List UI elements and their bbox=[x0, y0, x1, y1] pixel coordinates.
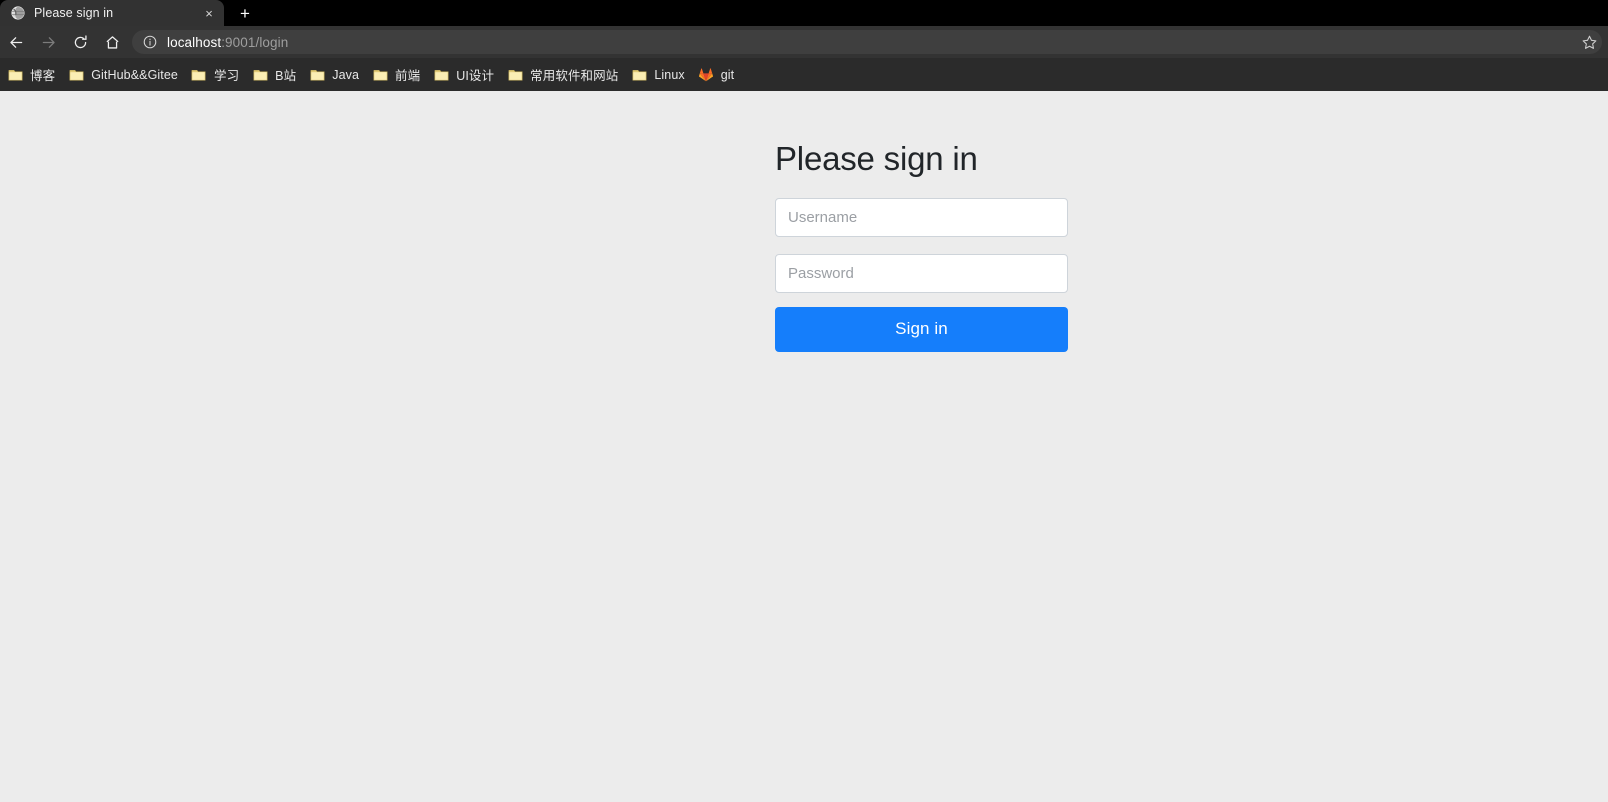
page-title: Please sign in bbox=[775, 140, 978, 177]
bookmark-label: git bbox=[720, 67, 735, 82]
folder-icon bbox=[309, 67, 325, 83]
sign-in-button[interactable]: Sign in bbox=[775, 306, 1068, 352]
globe-icon bbox=[10, 6, 25, 21]
folder-icon bbox=[372, 67, 388, 83]
browser-tab[interactable]: Please sign in × bbox=[0, 0, 224, 26]
bookmark-item-4[interactable]: Java bbox=[304, 63, 366, 87]
new-tab-button[interactable]: + bbox=[230, 0, 260, 26]
browser-toolbar: localhost:9001/login bbox=[0, 26, 1608, 58]
bookmark-item-9[interactable]: git bbox=[693, 63, 742, 87]
folder-icon bbox=[631, 67, 647, 83]
signin-form: Please sign in Sign in bbox=[775, 140, 1068, 352]
info-circle-icon[interactable] bbox=[142, 34, 158, 50]
bookmark-label: B站 bbox=[275, 69, 297, 83]
bookmark-label: UI设计 bbox=[456, 69, 495, 83]
bookmark-item-1[interactable]: GitHub&&Gitee bbox=[63, 63, 185, 87]
url-host: localhost bbox=[167, 34, 222, 50]
tab-strip: Please sign in × + bbox=[0, 0, 1608, 26]
page-content: Please sign in Sign in bbox=[0, 91, 1608, 802]
bookmark-label: 前端 bbox=[395, 69, 421, 83]
gitlab-fox-icon bbox=[698, 67, 714, 83]
bookmarks-bar: 博客 GitHub&&Gitee 学习 B站 Java 前端 UI设计 常用软件… bbox=[0, 58, 1608, 91]
bookmark-star-icon[interactable] bbox=[1576, 29, 1602, 55]
bookmark-label: GitHub&&Gitee bbox=[91, 67, 178, 82]
folder-icon bbox=[252, 67, 268, 83]
bookmark-label: 博客 bbox=[30, 69, 56, 83]
folder-icon bbox=[68, 67, 84, 83]
username-input[interactable] bbox=[775, 197, 1068, 237]
folder-icon bbox=[191, 67, 207, 83]
home-icon[interactable] bbox=[96, 28, 128, 56]
bookmark-item-3[interactable]: B站 bbox=[247, 63, 303, 87]
folder-icon bbox=[433, 67, 449, 83]
folder-icon bbox=[507, 67, 523, 83]
bookmark-label: Java bbox=[332, 67, 360, 82]
browser-window: Please sign in × + localhost:9001/login … bbox=[0, 0, 1608, 802]
bookmark-item-8[interactable]: Linux bbox=[626, 63, 691, 87]
tab-title: Please sign in bbox=[34, 6, 114, 20]
close-icon[interactable]: × bbox=[200, 4, 218, 22]
bookmark-item-0[interactable]: 博客 bbox=[2, 63, 62, 87]
bookmark-label: 常用软件和网站 bbox=[530, 69, 619, 83]
bookmark-label: 学习 bbox=[213, 69, 240, 83]
forward-arrow-icon bbox=[32, 28, 64, 56]
bookmark-item-7[interactable]: 常用软件和网站 bbox=[502, 63, 625, 87]
url-text[interactable]: localhost:9001/login bbox=[167, 35, 1574, 50]
reload-icon[interactable] bbox=[64, 28, 96, 56]
bookmark-item-5[interactable]: 前端 bbox=[367, 63, 427, 87]
password-input[interactable] bbox=[775, 253, 1068, 293]
back-arrow-icon[interactable] bbox=[0, 28, 32, 56]
url-path: :9001/login bbox=[221, 34, 289, 50]
address-bar[interactable]: localhost:9001/login bbox=[132, 30, 1602, 54]
bookmark-item-6[interactable]: UI设计 bbox=[428, 63, 501, 87]
bookmark-item-2[interactable]: 学习 bbox=[186, 63, 246, 87]
folder-icon bbox=[7, 67, 23, 83]
bookmark-label: Linux bbox=[654, 67, 685, 82]
